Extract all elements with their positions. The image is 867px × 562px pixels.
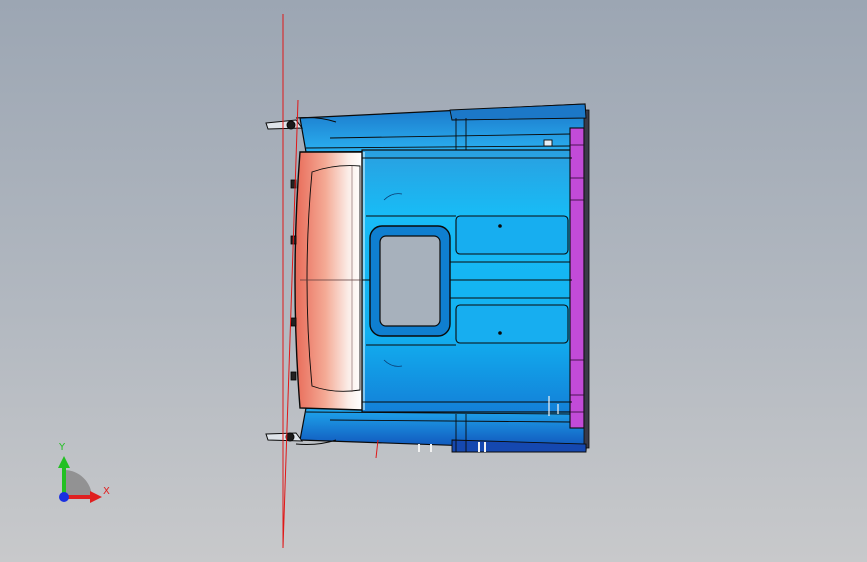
graphics-viewport[interactable]: Y X [0, 0, 867, 562]
triad-y-label: Y [59, 442, 66, 453]
triad-x-label: X [103, 486, 110, 497]
cab-roof-model[interactable] [265, 103, 590, 453]
triad-shadow-arc [64, 470, 92, 497]
triad-z-origin [59, 492, 69, 502]
axis-triad [58, 456, 102, 503]
triad-y-arrow [58, 456, 70, 468]
roof-rib-upper-dot [498, 224, 502, 228]
rear-end-cap [583, 109, 590, 449]
roof-hatch-opening [379, 235, 441, 327]
roof-rib-upper [455, 215, 569, 255]
rear-trim-strip [569, 127, 585, 429]
triad-x-arrow [90, 491, 102, 503]
roof-rib-lower-dot [498, 331, 502, 335]
roof-rib-lower [455, 304, 569, 344]
cad-model-view[interactable] [0, 0, 867, 562]
